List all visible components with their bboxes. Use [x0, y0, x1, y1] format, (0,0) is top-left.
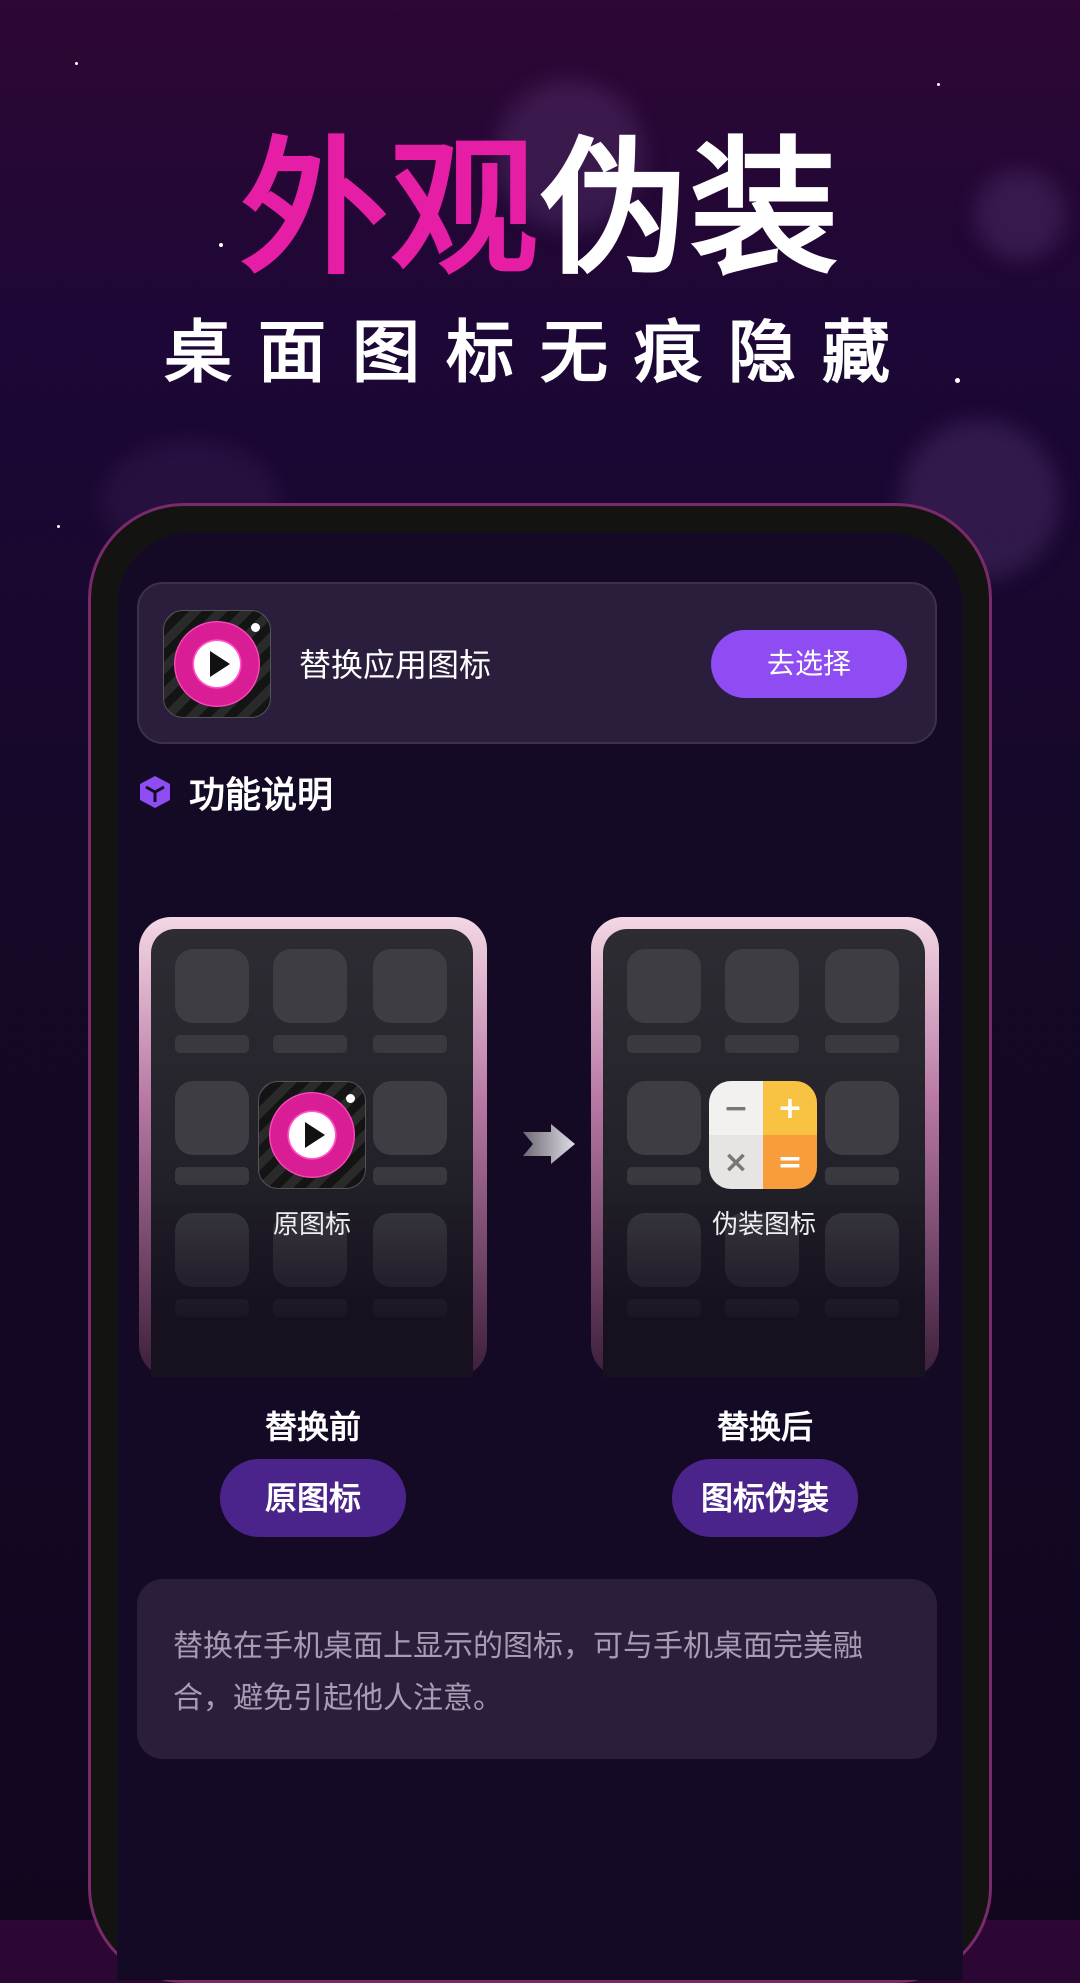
after-phone-mock: − + × = 伪装图标 — [591, 917, 939, 1377]
app-icon — [163, 610, 271, 718]
replace-icon-card: 替换应用图标 去选择 — [137, 582, 937, 744]
phone-frame: 替换应用图标 去选择 功能说明 原图标 − + × = 伪装图标 替换前 替换后… — [88, 503, 992, 1983]
title-rest: 伪装 — [540, 123, 840, 295]
cube-icon — [140, 776, 170, 808]
before-phone-mock: 原图标 — [139, 917, 487, 1377]
section-title: 功能说明 — [189, 775, 334, 816]
replace-icon-label: 替换应用图标 — [299, 646, 492, 684]
star — [57, 525, 60, 528]
phone-screen: 替换应用图标 去选择 功能说明 原图标 − + × = 伪装图标 替换前 替换后… — [117, 532, 963, 1980]
calc-key-times: × — [709, 1135, 763, 1189]
original-icon-button[interactable]: 原图标 — [220, 1459, 406, 1537]
original-app-icon — [258, 1081, 366, 1189]
calc-key-equals: = — [763, 1135, 817, 1189]
page-subtitle: 桌面图标无痕隐藏 — [163, 314, 916, 393]
title-highlight: 外观 — [240, 123, 540, 295]
feature-description: 替换在手机桌面上显示的图标，可与手机桌面完美融合，避免引起他人注意。 — [137, 1579, 937, 1759]
before-caption: 替换前 — [264, 1408, 361, 1446]
calculator-icon: − + × = — [709, 1081, 817, 1189]
calc-key-minus: − — [709, 1081, 763, 1135]
arrow-right-icon — [523, 1124, 575, 1164]
icon-disguise-button[interactable]: 图标伪装 — [672, 1459, 858, 1537]
select-button[interactable]: 去选择 — [711, 630, 907, 698]
disguise-icon-label: 伪装图标 — [711, 1210, 816, 1240]
star — [75, 62, 78, 65]
star — [937, 83, 940, 86]
section-header: 功能说明 — [137, 762, 333, 822]
page-title: 外观伪装 — [0, 135, 1080, 283]
original-icon-label: 原图标 — [272, 1210, 351, 1240]
after-caption: 替换后 — [716, 1408, 813, 1446]
calc-key-plus: + — [763, 1081, 817, 1135]
